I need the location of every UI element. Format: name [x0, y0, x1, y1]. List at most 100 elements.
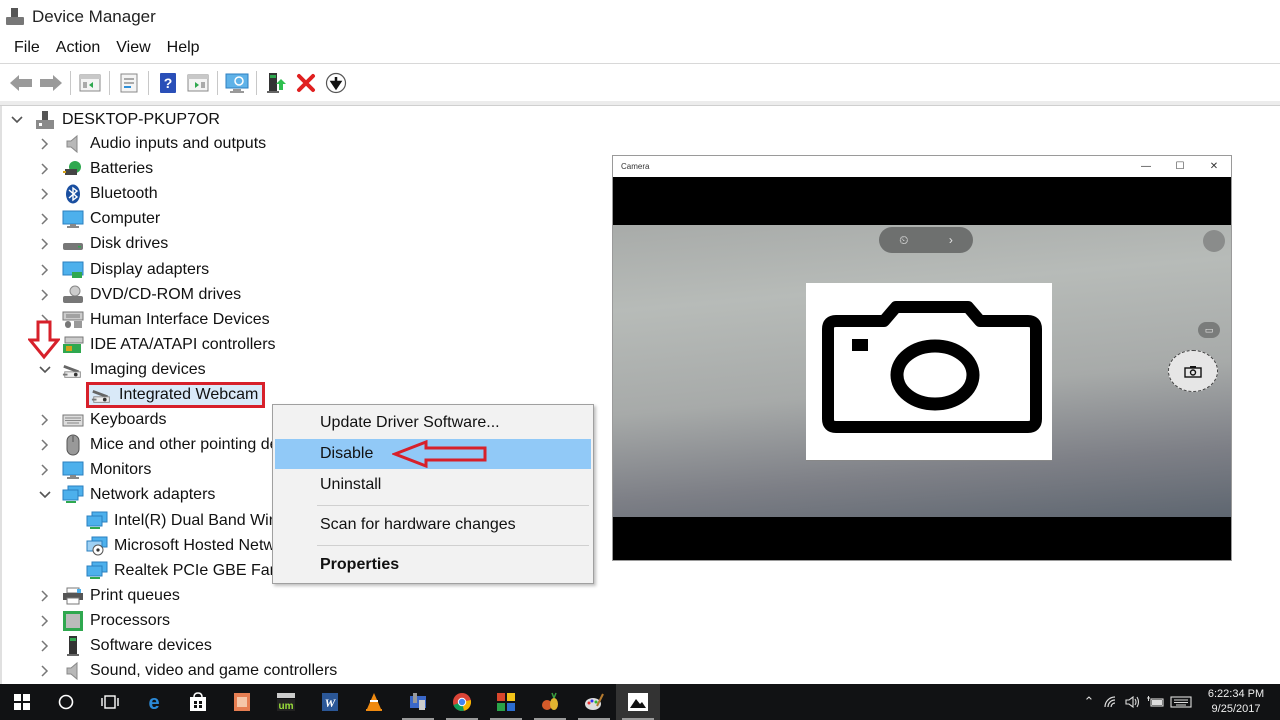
tree-category-dvd-cd-rom-drives[interactable]: DVD/CD-ROM drives: [38, 283, 241, 307]
menu-help[interactable]: Help: [159, 39, 208, 57]
tree-root[interactable]: DESKTOP-PKUP7OR: [10, 108, 220, 132]
menu-separator: [317, 505, 589, 506]
cortana-button[interactable]: [44, 684, 88, 720]
action-pane-button[interactable]: [185, 70, 211, 96]
arrow-left-icon: [10, 74, 32, 91]
chevron-right-icon[interactable]: [38, 664, 52, 678]
back-button[interactable]: [8, 70, 34, 96]
taskbar-device-manager[interactable]: [396, 684, 440, 720]
tree-category-monitors[interactable]: Monitors: [38, 458, 151, 482]
menu-action[interactable]: Action: [48, 39, 108, 57]
tree-category-network-adapters[interactable]: Network adapters: [38, 483, 215, 507]
tree-category-software-devices[interactable]: Software devices: [38, 634, 212, 658]
chevron-right-icon[interactable]: [38, 187, 52, 201]
tree-item-label: Computer: [90, 210, 161, 227]
tree-category-processors[interactable]: Processors: [38, 609, 170, 633]
gear-icon[interactable]: [1203, 230, 1225, 252]
tree-category-print-queues[interactable]: Print queues: [38, 584, 180, 608]
chevron-right-icon[interactable]: [38, 263, 52, 277]
chevron-up-icon[interactable]: ⌃: [1078, 684, 1100, 720]
volume-icon[interactable]: [1122, 684, 1144, 720]
tree-category-disk-drives[interactable]: Disk drives: [38, 232, 168, 256]
forward-button[interactable]: [38, 70, 64, 96]
uninstall-button[interactable]: [293, 70, 319, 96]
tree-category-audio-inputs-and-outputs[interactable]: Audio inputs and outputs: [38, 132, 266, 156]
take-photo-button[interactable]: [1168, 350, 1218, 392]
taskbar-powerpoint[interactable]: [220, 684, 264, 720]
chevron-down-icon[interactable]: [10, 113, 24, 127]
tree-device-integrated-webcam[interactable]: Integrated Webcam: [86, 382, 266, 408]
chevron-right-icon[interactable]: [38, 237, 52, 251]
edge-icon: e: [148, 692, 159, 712]
tree-category-sound-video-and-game-controllers[interactable]: Sound, video and game controllers: [38, 659, 337, 683]
camera-timer-control[interactable]: ⏲ ›: [879, 227, 973, 253]
taskbar-fruit-app[interactable]: [528, 684, 572, 720]
menu-file[interactable]: File: [6, 39, 48, 57]
task-view-button[interactable]: [88, 684, 132, 720]
arrow-right-icon: [40, 74, 62, 91]
menu-item-properties[interactable]: Properties: [275, 550, 591, 580]
chevron-right-icon[interactable]: [38, 288, 52, 302]
taskbar-app-tiles[interactable]: [484, 684, 528, 720]
camera-icon: [822, 301, 1042, 433]
chevron-right-icon[interactable]: [38, 614, 52, 628]
taskbar-paint[interactable]: [572, 684, 616, 720]
chevron-right-icon[interactable]: [38, 438, 52, 452]
taskbar-umplayer[interactable]: um: [264, 684, 308, 720]
tree-category-computer[interactable]: Computer: [38, 207, 160, 231]
disable-button[interactable]: [323, 70, 349, 96]
menu-item-update-driver[interactable]: Update Driver Software...: [275, 408, 591, 438]
minimize-button[interactable]: —: [1129, 161, 1163, 172]
chevron-right-icon[interactable]: [38, 639, 52, 653]
chevron-right-icon[interactable]: [38, 162, 52, 176]
taskbar-edge[interactable]: e: [132, 684, 176, 720]
svg-text:e: e: [148, 692, 159, 712]
chevron-right-icon[interactable]: [38, 589, 52, 603]
tree-item-label: Network adapters: [90, 486, 216, 503]
console-tree-button[interactable]: [77, 70, 103, 96]
camera-window: Camera — ☐ ✕ ⏲ › ▭: [612, 155, 1232, 561]
close-button[interactable]: ✕: [1197, 161, 1231, 172]
chevron-right-icon[interactable]: [38, 463, 52, 477]
maximize-button[interactable]: ☐: [1163, 161, 1197, 172]
tree-category-display-adapters[interactable]: Display adapters: [38, 258, 209, 282]
battery-icon[interactable]: [1144, 684, 1166, 720]
taskbar-chrome[interactable]: [440, 684, 484, 720]
tree-category-imaging-devices[interactable]: Imaging devices: [38, 358, 206, 382]
tree-category-ide-ata-atapi-controllers[interactable]: IDE ATA/ATAPI controllers: [38, 333, 276, 357]
tree-device-microsoft-hosted-network[interactable]: Microsoft Hosted Network: [86, 534, 297, 558]
scan-hardware-button[interactable]: [224, 70, 250, 96]
chevron-down-icon[interactable]: [38, 488, 52, 502]
properties-button[interactable]: [116, 70, 142, 96]
chevron-right-icon[interactable]: [38, 137, 52, 151]
chevron-right-icon[interactable]: [38, 413, 52, 427]
start-button[interactable]: [0, 684, 44, 720]
chevron-down-icon[interactable]: [38, 363, 52, 377]
tree-category-human-interface-devices[interactable]: Human Interface Devices: [38, 308, 270, 332]
tree-item-label: DVD/CD-ROM drives: [90, 286, 242, 303]
dvd-drive-icon: [62, 285, 84, 305]
toolbar-separator: [256, 70, 257, 95]
chevron-right-icon[interactable]: [38, 212, 52, 226]
tree-category-bluetooth[interactable]: Bluetooth: [38, 182, 158, 206]
menu-item-uninstall[interactable]: Uninstall: [275, 470, 591, 500]
vlc-icon: [366, 693, 382, 711]
update-driver-button[interactable]: [263, 70, 289, 96]
clock[interactable]: 6:22:34 PM 9/25/2017: [1196, 687, 1280, 717]
taskbar-word[interactable]: W: [308, 684, 352, 720]
menu-item-scan-hardware[interactable]: Scan for hardware changes: [275, 510, 591, 540]
wifi-icon[interactable]: [1100, 684, 1122, 720]
keyboard-icon[interactable]: [1166, 684, 1196, 720]
timer-icon[interactable]: ⏲: [899, 233, 908, 248]
selected-device-highlight[interactable]: Integrated Webcam: [86, 382, 266, 408]
video-icon[interactable]: ▭: [1198, 322, 1220, 338]
taskbar-photos[interactable]: [616, 684, 660, 720]
tree-device-realtek-pcie-gbe-family[interactable]: Realtek PCIe GBE Family: [86, 559, 298, 583]
chevron-right-icon[interactable]: ›: [949, 233, 953, 247]
taskbar-vlc[interactable]: [352, 684, 396, 720]
help-button[interactable]: ?: [155, 70, 181, 96]
menu-view[interactable]: View: [108, 39, 158, 57]
taskbar-store[interactable]: [176, 684, 220, 720]
tree-category-keyboards[interactable]: Keyboards: [38, 408, 167, 432]
tree-category-batteries[interactable]: Batteries: [38, 157, 153, 181]
